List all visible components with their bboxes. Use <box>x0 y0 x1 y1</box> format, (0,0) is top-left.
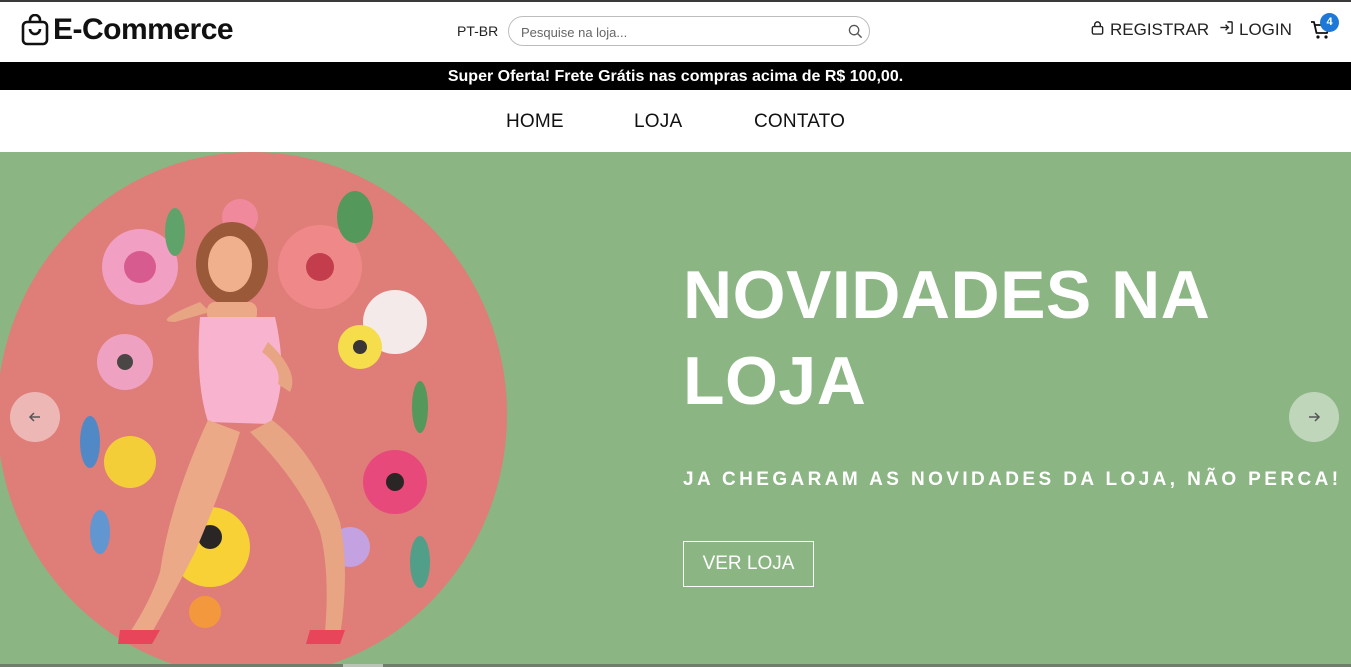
main-navigation: HOME LOJA CONTATO <box>0 90 1351 152</box>
shopping-bag-icon <box>20 13 50 46</box>
cart-count-badge: 4 <box>1320 13 1339 32</box>
register-label: REGISTRAR <box>1110 20 1210 39</box>
nav-item-contato[interactable]: CONTATO <box>754 111 845 133</box>
arrow-left-icon <box>28 412 40 422</box>
promo-text: Super Oferta! Frete Grátis nas compras a… <box>447 68 904 85</box>
arrow-right-icon <box>1309 412 1321 422</box>
nav-item-loja[interactable]: LOJA <box>634 111 682 133</box>
search-input[interactable] <box>521 23 841 41</box>
logo-text: E-Commerce <box>53 13 234 46</box>
promo-banner: Super Oferta! Frete Grátis nas compras a… <box>0 62 1351 90</box>
login-label: LOGIN <box>1239 20 1292 39</box>
hero-title: NOVIDADES NA LOJA <box>683 257 1208 419</box>
register-link[interactable]: REGISTRAR <box>1090 20 1209 40</box>
hero-carousel: NOVIDADES NA LOJA JA CHEGARAM AS NOVIDAD… <box>0 152 1351 667</box>
login-link[interactable]: LOGIN <box>1219 20 1292 40</box>
carousel-next-button[interactable] <box>1289 392 1339 442</box>
hero-subtitle: JA CHEGARAM AS NOVIDADES DA LOJA, NÃO PE… <box>683 469 1342 490</box>
search-box <box>508 16 870 46</box>
search-icon[interactable] <box>848 24 863 39</box>
site-logo[interactable]: E-Commerce <box>20 13 234 47</box>
hero-model-image <box>80 191 430 644</box>
sign-in-icon <box>1219 20 1234 40</box>
lock-icon <box>1090 20 1105 40</box>
view-store-button[interactable]: VER LOJA <box>683 541 814 587</box>
language-selector[interactable]: PT-BR <box>457 23 498 39</box>
site-header: E-Commerce PT-BR REGISTRAR L <box>0 2 1351 62</box>
carousel-prev-button[interactable] <box>10 392 60 442</box>
nav-item-home[interactable]: HOME <box>506 111 564 133</box>
